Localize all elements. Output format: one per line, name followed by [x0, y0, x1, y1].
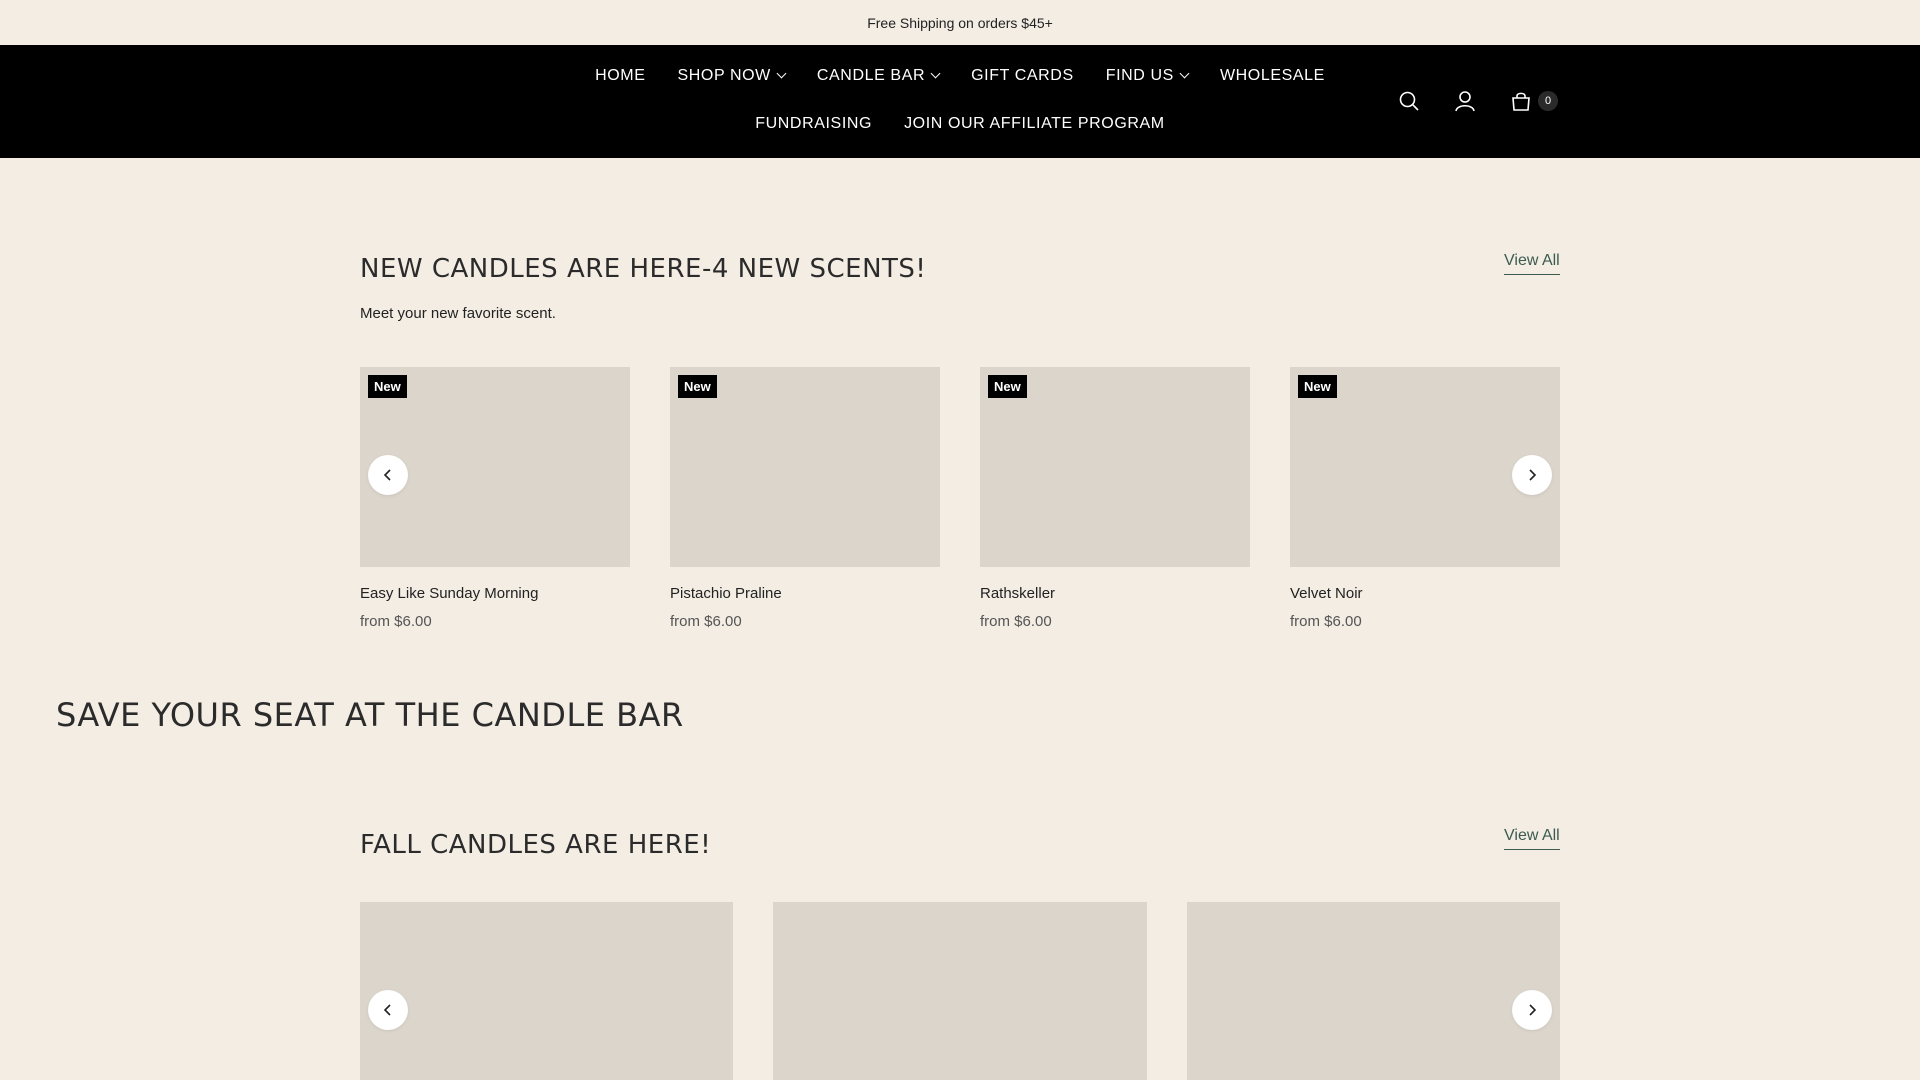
announcement-text: Free Shipping on orders $45+: [867, 14, 1053, 31]
nav-label: FIND US: [1105, 67, 1174, 84]
carousel-next-button[interactable]: [1512, 455, 1552, 495]
bag-icon[interactable]: [1508, 88, 1534, 114]
carousel-prev-button[interactable]: [368, 990, 408, 1030]
search-icon[interactable]: [1396, 88, 1422, 114]
candle-bar-title: SAVE YOUR SEAT AT THE CANDLE BAR: [56, 696, 684, 734]
new-badge: New: [368, 375, 407, 398]
header-icons: 0: [1396, 88, 1558, 114]
nav-item-candle-bar[interactable]: CANDLE BAR: [801, 67, 955, 85]
carousel-prev-button[interactable]: [368, 455, 408, 495]
nav-item-fundraising[interactable]: FUNDRAISING: [739, 115, 888, 133]
site-header: HOME SHOP NOW CANDLE BAR GIFT CARDS FIND…: [0, 45, 1920, 158]
nav-item-home[interactable]: HOME: [579, 67, 661, 85]
nav-label: HOME: [595, 67, 646, 84]
main-nav-row-1: HOME SHOP NOW CANDLE BAR GIFT CARDS FIND…: [0, 67, 1920, 85]
nav-item-affiliate[interactable]: JOIN OUR AFFILIATE PROGRAM: [888, 115, 1181, 133]
fall-candles-title: FALL CANDLES ARE HERE!: [360, 830, 712, 860]
product-image[interactable]: New: [670, 367, 940, 567]
chevron-left-icon: [383, 1004, 391, 1016]
nav-item-find-us[interactable]: FIND US: [1090, 67, 1204, 85]
product-name[interactable]: Easy Like Sunday Morning: [360, 585, 538, 602]
nav-label: SHOP NOW: [677, 67, 771, 84]
carousel-next-button[interactable]: [1512, 990, 1552, 1030]
view-all-link[interactable]: View All: [1504, 827, 1560, 850]
chevron-right-icon: [1529, 469, 1537, 481]
product-price: from $6.00: [980, 613, 1052, 630]
nav-item-gift-cards[interactable]: GIFT CARDS: [955, 67, 1090, 85]
product-image[interactable]: New: [980, 367, 1250, 567]
chevron-left-icon: [383, 469, 391, 481]
new-candles-subtitle: Meet your new favorite scent.: [360, 305, 556, 322]
product-price: from $6.00: [360, 613, 432, 630]
nav-label: FUNDRAISING: [755, 115, 873, 132]
new-candles-title: NEW CANDLES ARE HERE-4 NEW SCENTS!: [360, 254, 927, 284]
chevron-down-icon: [776, 68, 787, 78]
chevron-down-icon: [930, 68, 941, 78]
new-badge: New: [988, 375, 1027, 398]
cart-count-badge[interactable]: 0: [1538, 91, 1558, 111]
product-name[interactable]: Velvet Noir: [1290, 585, 1363, 602]
nav-label: JOIN OUR AFFILIATE PROGRAM: [904, 115, 1165, 132]
product-price: from $6.00: [1290, 613, 1362, 630]
announcement-bar: Free Shipping on orders $45+: [0, 0, 1920, 45]
product-price: from $6.00: [670, 613, 742, 630]
nav-label: WHOLESALE: [1219, 67, 1325, 84]
nav-label: GIFT CARDS: [971, 67, 1074, 84]
new-badge: New: [678, 375, 717, 398]
main-nav-row-2: FUNDRAISING JOIN OUR AFFILIATE PROGRAM: [0, 115, 1920, 133]
product-image[interactable]: [773, 902, 1147, 1080]
new-badge: New: [1298, 375, 1337, 398]
product-name[interactable]: Pistachio Praline: [670, 585, 782, 602]
chevron-down-icon: [1179, 68, 1190, 78]
user-icon[interactable]: [1452, 88, 1478, 114]
product-image[interactable]: [360, 902, 733, 1080]
nav-label: CANDLE BAR: [816, 67, 926, 84]
product-image[interactable]: [1187, 902, 1560, 1080]
nav-item-wholesale[interactable]: WHOLESALE: [1204, 67, 1341, 85]
nav-item-shop-now[interactable]: SHOP NOW: [661, 67, 800, 85]
chevron-right-icon: [1529, 1004, 1537, 1016]
product-name[interactable]: Rathskeller: [980, 585, 1055, 602]
view-all-link[interactable]: View All: [1504, 252, 1560, 275]
